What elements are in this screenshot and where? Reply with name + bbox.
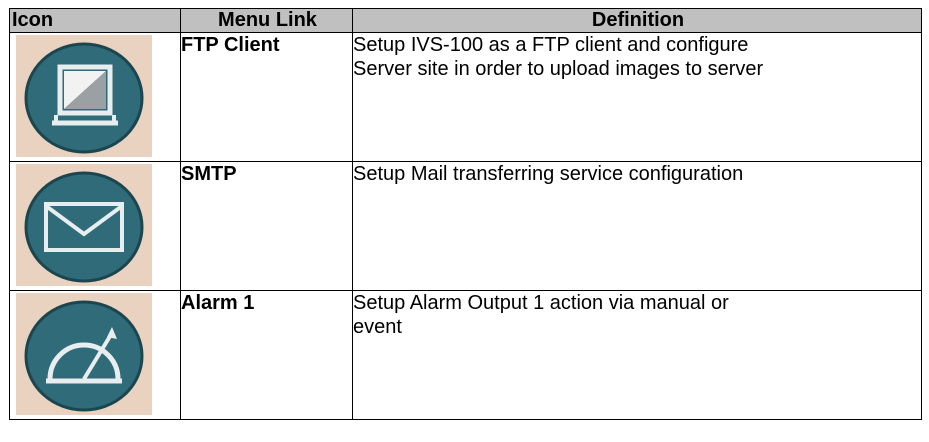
header-icon: Icon: [9, 8, 181, 33]
definition-line: Setup IVS-100 as a FTP client and config…: [353, 34, 749, 56]
table-row: SMTP Setup Mail transferring service con…: [9, 161, 922, 291]
definition-line: Server site in order to upload images to…: [353, 58, 764, 80]
menu-link-alarm-1: Alarm 1: [180, 290, 353, 420]
header-definition: Definition: [352, 8, 922, 33]
header-menu-link: Menu Link: [180, 8, 353, 33]
menu-link-smtp: SMTP: [180, 161, 353, 291]
definition-cell: Setup Mail transferring service configur…: [352, 161, 922, 291]
definition-cell: Setup IVS-100 as a FTP client and config…: [352, 32, 922, 162]
icon-cell: [9, 161, 181, 291]
menu-link-table: Icon Menu Link Definition FTP Client Set…: [9, 8, 922, 420]
definition-line: event: [353, 316, 402, 338]
alarm-gauge-icon: [16, 293, 152, 415]
menu-link-ftp-client: FTP Client: [180, 32, 353, 162]
mail-envelope-icon: [16, 164, 152, 286]
definition-cell: Setup Alarm Output 1 action via manual o…: [352, 290, 922, 420]
definition-line: Setup Mail transferring service configur…: [353, 163, 744, 185]
table-row: FTP Client Setup IVS-100 as a FTP client…: [9, 32, 922, 162]
table-row: Alarm 1 Setup Alarm Output 1 action via …: [9, 290, 922, 420]
icon-cell: [9, 290, 181, 420]
icon-cell: [9, 32, 181, 162]
definition-line: Setup Alarm Output 1 action via manual o…: [353, 292, 729, 314]
ftp-client-icon: [16, 35, 152, 157]
table-header-row: Icon Menu Link Definition: [9, 8, 922, 33]
